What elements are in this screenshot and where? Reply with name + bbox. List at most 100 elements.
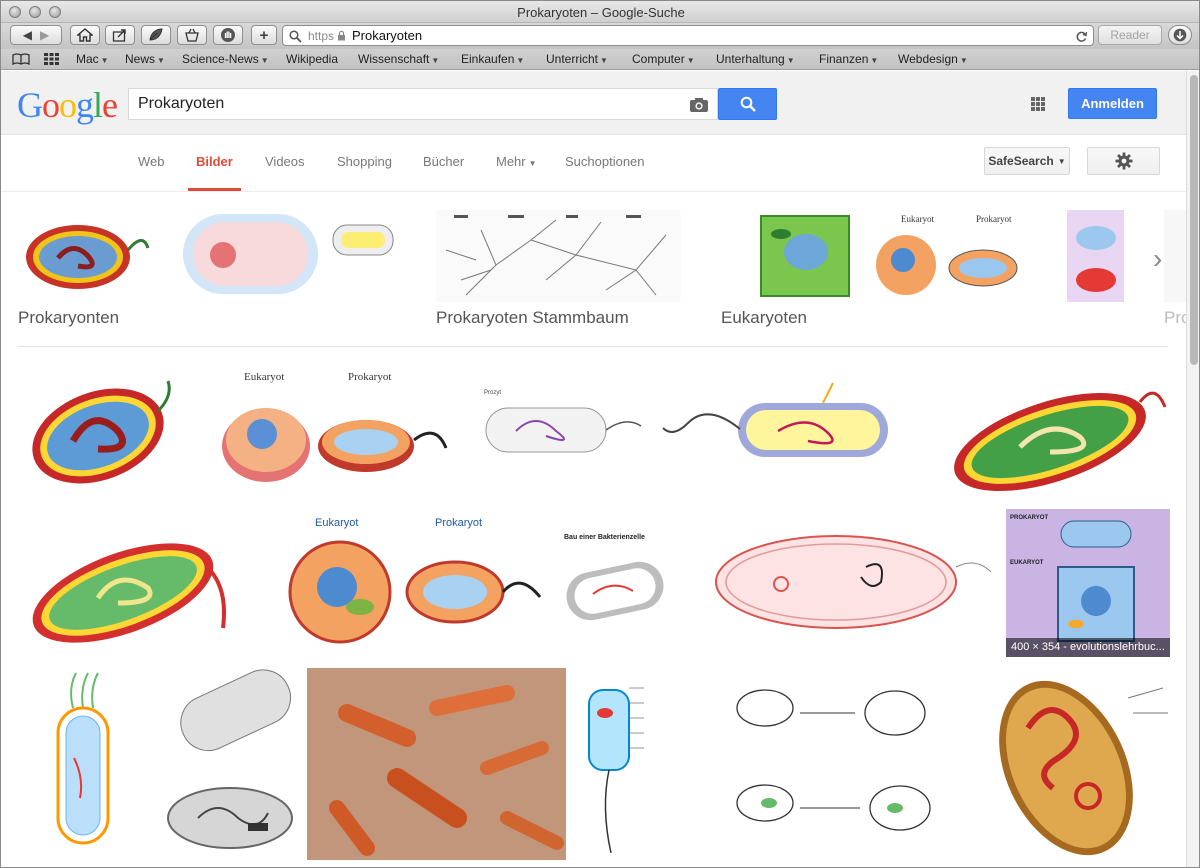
search-button[interactable] [718,88,777,120]
plus-icon: + [259,26,269,44]
svg-text:EUKARYOT: EUKARYOT [1010,560,1044,566]
chevron-right-icon[interactable]: › [1153,243,1162,275]
bookmark-mac[interactable]: Mac ▼ [76,52,109,66]
image-result[interactable] [18,668,146,863]
bookmark-wissenschaft[interactable]: Wissenschaft ▼ [358,52,439,66]
search-input[interactable]: Prokaryoten [128,88,718,120]
reading-list-icon[interactable] [12,53,30,65]
tab-shopping[interactable]: Shopping [337,154,392,169]
topic-label-partial[interactable]: Pro [1164,308,1186,328]
download-icon [1173,28,1187,42]
search-query: Prokaryoten [138,95,225,112]
page-scrollbar[interactable] [1186,71,1199,867]
image-result[interactable] [158,668,295,860]
share-button[interactable] [105,25,135,45]
tab-mehr[interactable]: Mehr ▼ [496,154,537,169]
evernote-extension-button[interactable] [141,25,171,45]
dropdown-triangle-icon: ▼ [1057,156,1066,166]
topic-label-eukaryoten[interactable]: Eukaryoten [721,308,807,328]
home-button[interactable] [70,25,100,45]
svg-text:Prozyt: Prozyt [484,390,501,396]
image-result[interactable]: Eukaryot Prokaryot [255,512,546,650]
new-tab-button[interactable]: + [251,25,277,45]
address-bar[interactable]: https Prokaryoten [282,25,1094,46]
divider [18,346,1168,347]
active-tab-indicator [188,188,241,191]
tab-buecher[interactable]: Bücher [423,154,464,169]
svg-text:PROKARYOT: PROKARYOT [1010,515,1048,521]
google-logo[interactable]: Google [17,84,118,126]
extension-button[interactable] [177,25,207,45]
topic-image-stammbaum[interactable] [436,210,681,302]
apps-grid-icon[interactable] [1031,97,1045,111]
magnifier-icon [740,96,756,112]
bookmark-einkaufen[interactable]: Einkaufen ▼ [461,52,524,66]
dropdown-triangle-icon: ▼ [260,56,269,65]
image-result[interactable] [658,373,928,487]
browser-window: Prokaryoten – Google-Suche ◀ ▶ + https P… [0,0,1200,868]
search-icon [289,30,302,43]
adblock-button[interactable] [213,25,243,45]
bookmark-unterricht[interactable]: Unterricht ▼ [546,52,608,66]
image-result[interactable] [940,362,1171,496]
window-title: Prokaryoten – Google-Suche [517,5,685,20]
tab-web[interactable]: Web [138,154,165,169]
topic-label-stammbaum[interactable]: Prokaryoten Stammbaum [436,308,629,328]
bookmark-webdesign[interactable]: Webdesign ▼ [898,52,968,66]
image-result[interactable] [579,668,713,860]
forward-arrow-icon[interactable]: ▶ [40,28,49,42]
signin-button[interactable]: Anmelden [1068,88,1157,119]
bookmark-news[interactable]: News ▼ [125,52,165,66]
bookmark-computer[interactable]: Computer ▼ [632,52,695,66]
svg-text:Prokaryot: Prokaryot [435,517,482,529]
bookmark-unterhaltung[interactable]: Unterhaltung ▼ [716,52,795,66]
svg-text:Eukaryot: Eukaryot [244,371,284,383]
topic-image-next-partial[interactable] [1164,210,1186,302]
reader-button[interactable]: Reader [1098,25,1162,45]
bookmarks-bar: Mac ▼ News ▼ Science-News ▼ Wikipedia Wisse… [1,49,1199,70]
scrollbar-thumb[interactable] [1190,75,1198,365]
bookmark-finanzen[interactable]: Finanzen ▼ [819,52,878,66]
https-label: https [308,28,335,43]
image-result[interactable] [18,508,242,654]
svg-text:Prokaryot: Prokaryot [348,371,391,383]
dropdown-triangle-icon: ▼ [786,56,795,65]
image-caption: 400 × 354 - evolutionslehrbuc... [1006,638,1170,657]
hand-stop-icon [221,28,235,42]
dropdown-triangle-icon: ▼ [686,56,695,65]
dropdown-triangle-icon: ▼ [157,56,165,65]
image-result[interactable] [307,668,566,860]
browser-toolbar: ◀ ▶ + https Prokaryoten Reader [1,23,1199,49]
dropdown-triangle-icon: ▼ [528,159,537,168]
downloads-button[interactable] [1168,25,1192,45]
tab-videos[interactable]: Videos [265,154,305,169]
image-result[interactable]: Prozyt [476,386,646,470]
basket-icon [185,28,199,42]
image-result[interactable] [701,512,994,650]
image-result[interactable]: Eukaryot Prokaryot [196,368,466,490]
topic-label-prokaryonten[interactable]: Prokaryonten [18,308,119,328]
camera-icon[interactable] [689,97,709,113]
back-arrow-icon[interactable]: ◀ [23,28,32,42]
topic-image-prokaryonten[interactable] [18,210,396,302]
home-icon [77,28,93,42]
google-header: Google Prokaryoten Anmelden [1,71,1186,135]
image-result[interactable]: PROKARYOT EUKARYOT [1006,509,1170,657]
leaf-icon [149,28,163,41]
bookmark-science-news[interactable]: Science-News ▼ [182,52,269,66]
tab-suchoptionen[interactable]: Suchoptionen [565,154,645,169]
image-result[interactable]: Bau einer Bakterienzelle [558,529,689,633]
topic-image-eukaryoten[interactable]: Eukaryot Prokaryot [721,210,1124,302]
dropdown-triangle-icon: ▼ [431,56,440,65]
safesearch-button[interactable]: SafeSearch ▼ [984,147,1070,175]
lock-icon [338,30,346,41]
reload-icon[interactable] [1075,30,1088,43]
top-sites-grid-icon[interactable] [44,53,59,65]
image-result[interactable] [978,668,1171,860]
back-forward-buttons[interactable]: ◀ ▶ [10,25,62,45]
settings-button[interactable] [1087,147,1160,175]
tab-bilder[interactable]: Bilder [196,154,233,169]
bookmark-wikipedia[interactable]: Wikipedia [286,52,338,66]
image-result[interactable] [725,668,966,860]
image-result[interactable] [18,361,184,497]
